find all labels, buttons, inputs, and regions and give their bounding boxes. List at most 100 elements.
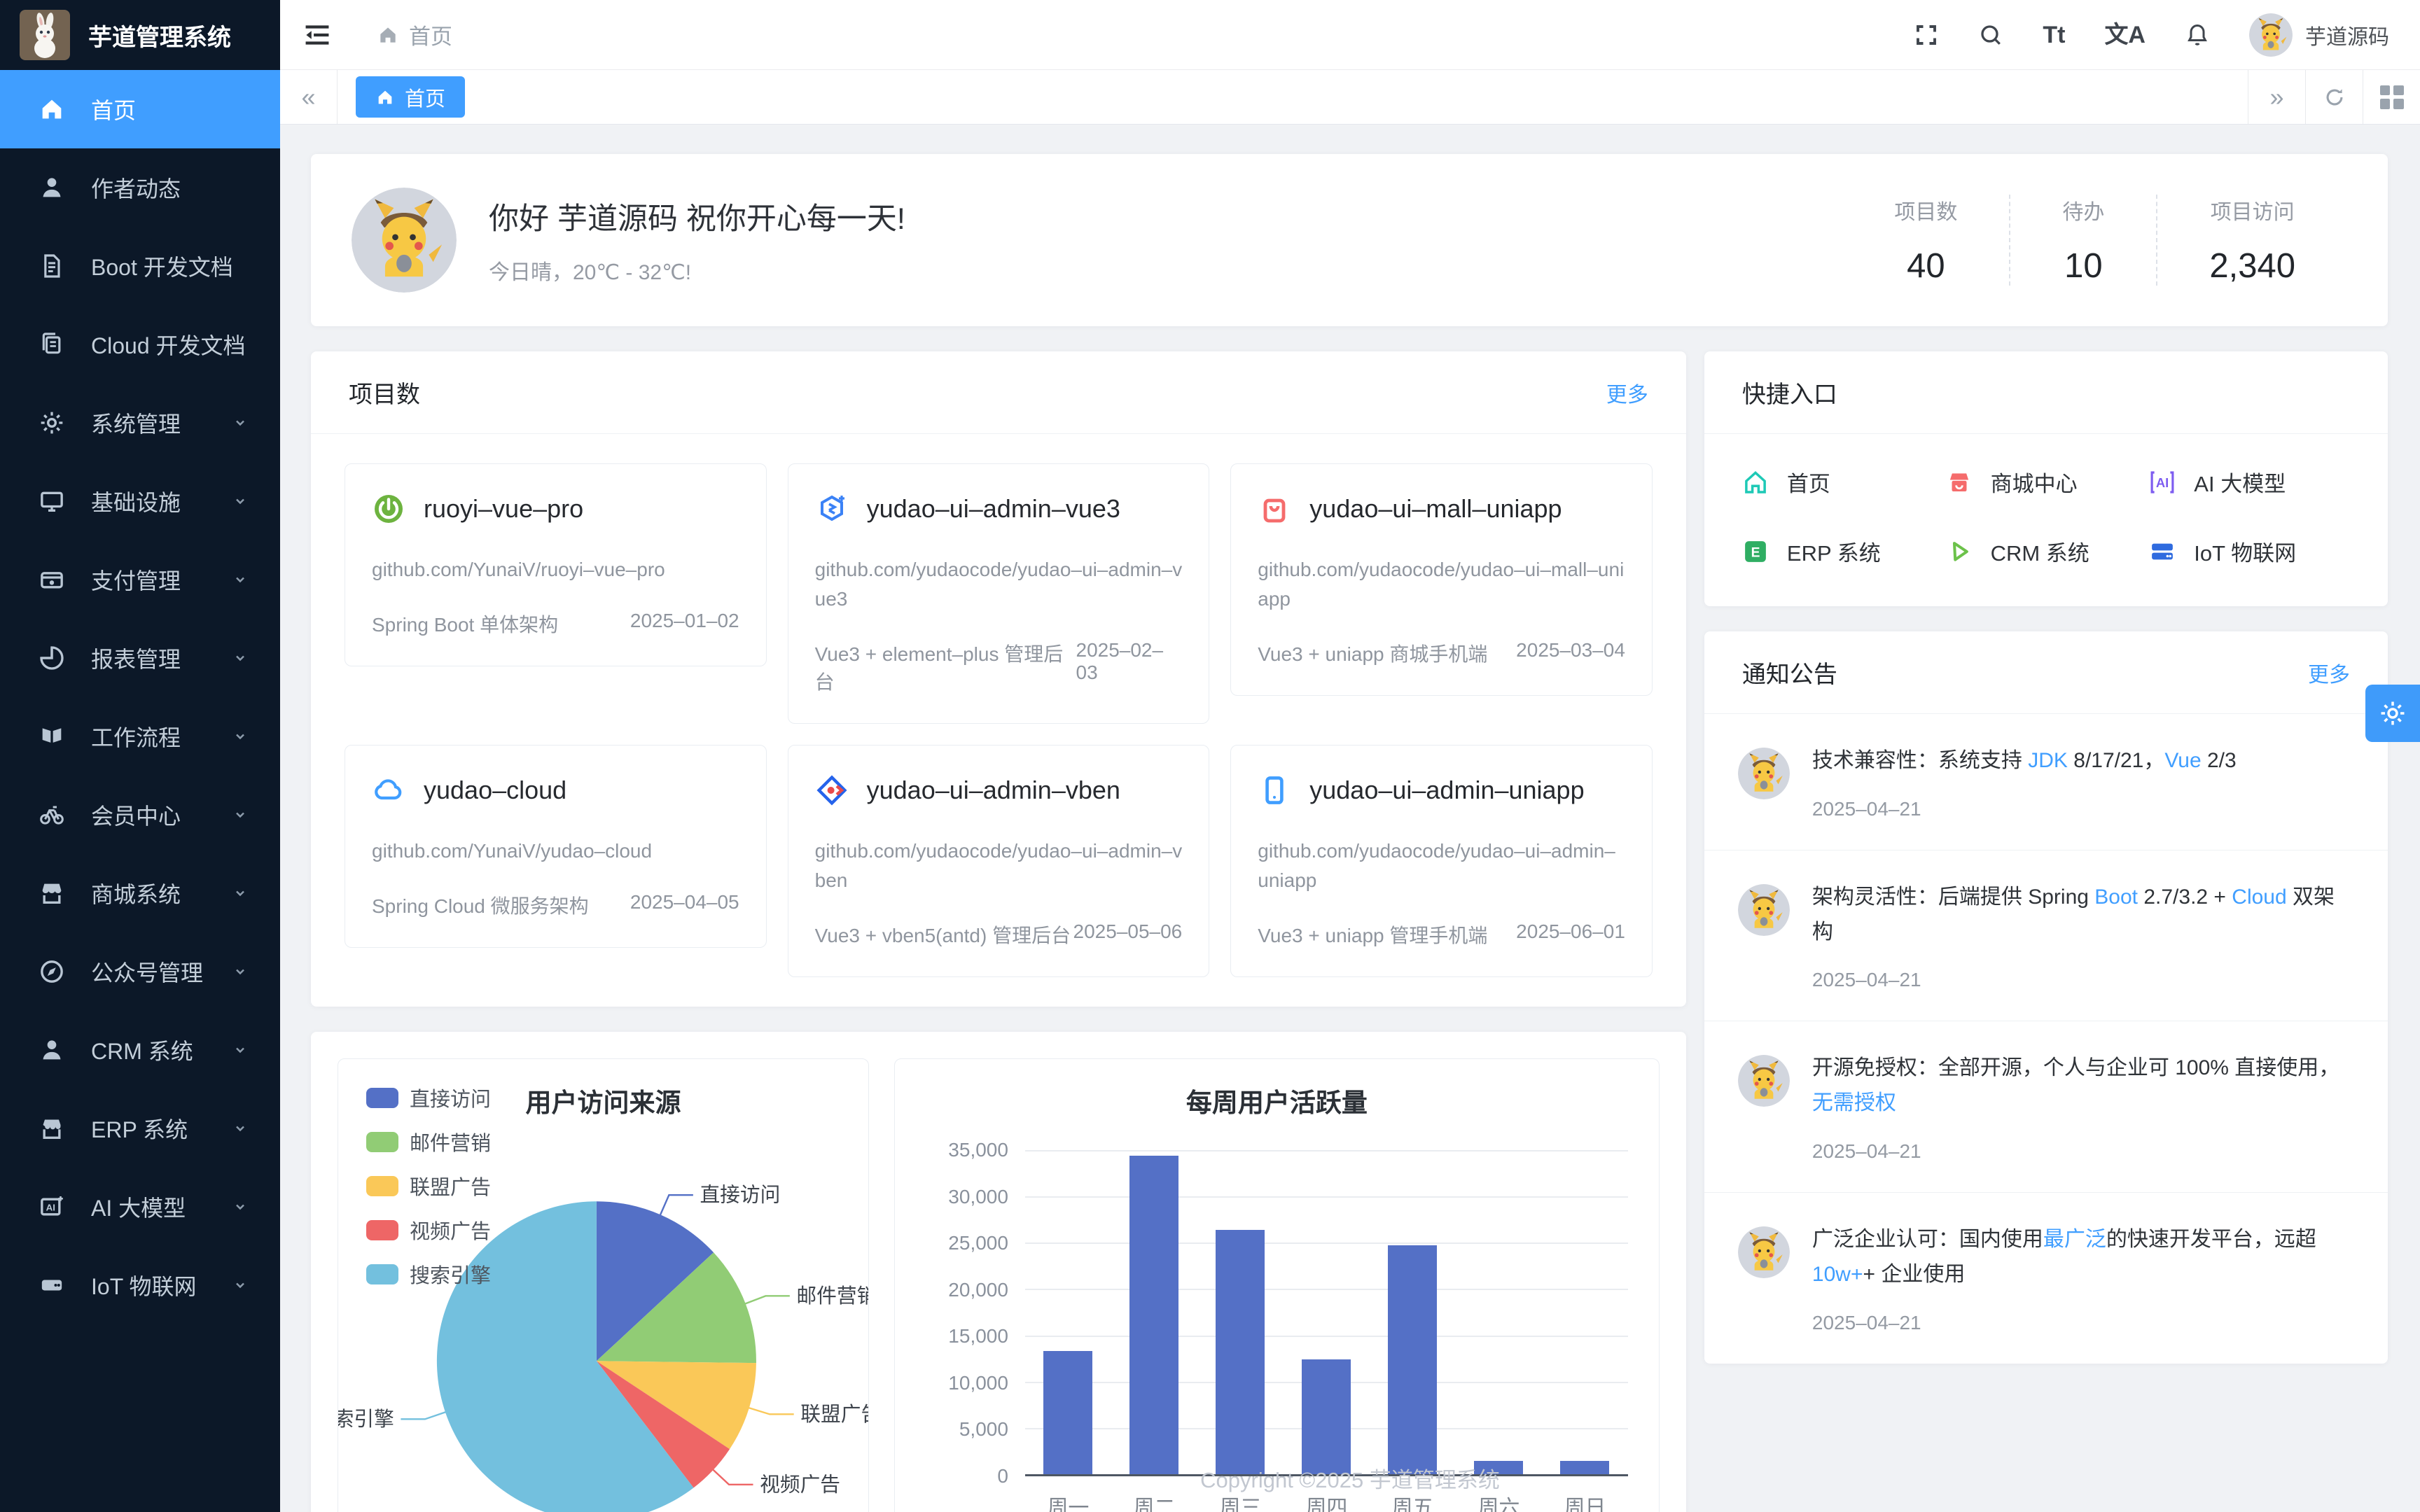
legend-item-3[interactable]: 视频广告	[366, 1215, 491, 1245]
collapse-menu-icon[interactable]	[301, 19, 333, 51]
shortcut-iot[interactable]: IoT 物联网	[2148, 536, 2351, 567]
user-icon	[38, 174, 66, 202]
project-url: github.com/YunaiV/yudao–cloud	[372, 836, 739, 866]
shortcut-mall[interactable]: 商城中心	[1945, 466, 2148, 498]
shortcuts-card: 快捷入口 首页商城中心AIAI 大模型EERP 系统CRM 系统IoT 物联网	[1704, 351, 2388, 606]
topbar: 首页 Tt 文A 芋道源码	[280, 0, 2420, 70]
legend-item-0[interactable]: 直接访问	[366, 1083, 491, 1112]
sidebar-item-label: 工作流程	[91, 720, 181, 752]
project-card-yudao-cloud[interactable]: yudao–cloud github.com/YunaiV/yudao–cloud…	[345, 745, 767, 948]
user-menu[interactable]: 芋道源码	[2249, 13, 2389, 57]
sidebar-item-mall[interactable]: 商城系统	[0, 854, 280, 932]
sidebar-item-label: IoT 物联网	[91, 1269, 197, 1301]
project-card-yudao-ui-admin-vben[interactable]: yudao–ui–admin–vbengithub.com/yudaocode/…	[788, 745, 1210, 977]
legend-item-1[interactable]: 邮件营销	[366, 1127, 491, 1156]
bar-周四[interactable]	[1302, 1359, 1351, 1474]
notice-item[interactable]: 开源免授权：全部开源，个人与企业可 100% 直接使用，无需授权2025–04–…	[1704, 1021, 2388, 1193]
legend-item-2[interactable]: 联盟广告	[366, 1171, 491, 1200]
qiot-icon	[2148, 537, 2177, 566]
layout-options-button[interactable]	[2363, 70, 2420, 124]
y-tick-label: 35,000	[948, 1139, 1008, 1161]
notice-title: 架构灵活性：后端提供 Spring Boot 2.7/3.2 + Cloud 双…	[1812, 880, 2354, 950]
legend-swatch	[366, 1220, 398, 1240]
sidebar-item-erp[interactable]: ERP 系统	[0, 1089, 280, 1168]
chevron-down-icon	[230, 961, 251, 982]
project-card-yudao-ui-admin-uniapp[interactable]: yudao–ui–admin–uniappgithub.com/yudaocod…	[1230, 745, 1653, 977]
language-icon[interactable]: 文A	[2104, 23, 2146, 47]
sidebar-item-iot[interactable]: IoT 物联网	[0, 1246, 280, 1324]
notice-item[interactable]: 技术兼容性：系统支持 JDK 8/17/21，Vue 2/32025–04–21	[1704, 714, 2388, 850]
shortcut-ai[interactable]: AIAI 大模型	[2148, 466, 2351, 498]
refresh-tab-button[interactable]	[2305, 70, 2363, 124]
project-card-yudao-ui-admin-vue3[interactable]: yudao–ui–admin–vue3github.com/yudaocode/…	[788, 463, 1210, 724]
bike-icon	[38, 801, 66, 829]
y-tick-label: 10,000	[948, 1372, 1008, 1394]
tabs-scroll-left-button[interactable]: «	[280, 70, 338, 124]
notice-link[interactable]: 最广泛	[2043, 1228, 2106, 1251]
notice-link[interactable]: JDK	[2028, 749, 2068, 772]
bar-周三[interactable]	[1216, 1230, 1265, 1474]
pie-slice-label: 邮件营销	[796, 1285, 868, 1308]
projects-more-link[interactable]: 更多	[1606, 377, 1648, 408]
notice-link[interactable]: Boot	[2094, 886, 2138, 909]
fullscreen-icon[interactable]	[1914, 22, 1939, 48]
bag-icon	[1258, 492, 1291, 526]
tab-home[interactable]: 首页	[356, 76, 465, 118]
project-name: yudao–cloud	[424, 776, 566, 805]
y-tick-label: 25,000	[948, 1232, 1008, 1254]
project-url: github.com/yudaocode/yudao–ui–admin–vue3	[815, 555, 1183, 614]
app-logo[interactable]: 芋道管理系统	[0, 0, 280, 70]
svg-text:AI: AI	[2156, 475, 2169, 490]
copyright-text: Copyright ©2025 芋道管理系统	[280, 1462, 2420, 1494]
sidebar-item-author[interactable]: 作者动态	[0, 148, 280, 227]
legend-swatch	[366, 1264, 398, 1284]
shortcut-home[interactable]: 首页	[1741, 466, 1945, 498]
sidebar-item-workflow[interactable]: 工作流程	[0, 697, 280, 776]
legend-swatch	[366, 1088, 398, 1108]
pie-chart-card: 用户访问来源 直接访问邮件营销联盟广告视频广告搜索引擎 直接访问邮件营销联盟广告…	[338, 1058, 869, 1512]
stat-label: 项目数	[1894, 195, 1957, 225]
notice-item[interactable]: 架构灵活性：后端提供 Spring Boot 2.7/3.2 + Cloud 双…	[1704, 850, 2388, 1022]
legend-label: 搜索引擎	[410, 1259, 491, 1289]
sidebar-item-infra[interactable]: 基础设施	[0, 462, 280, 540]
bell-icon[interactable]	[2185, 22, 2210, 48]
spring-icon	[372, 492, 405, 526]
tabs-scroll-right-button[interactable]: »	[2248, 70, 2305, 124]
bar-周二[interactable]	[1129, 1156, 1178, 1474]
notice-link[interactable]: Cloud	[2232, 886, 2286, 909]
theme-settings-button[interactable]	[2365, 685, 2420, 742]
notice-link[interactable]: Vue	[2164, 749, 2201, 772]
project-date: 2025–06–01	[1516, 920, 1625, 948]
sidebar: 芋道管理系统 首页作者动态Boot 开发文档Cloud 开发文档系统管理基础设施…	[0, 0, 280, 1512]
shortcut-crm[interactable]: CRM 系统	[1945, 536, 2148, 567]
sidebar-item-crm[interactable]: CRM 系统	[0, 1011, 280, 1089]
project-card-ruoyi-vue-pro[interactable]: ruoyi–vue–progithub.com/YunaiV/ruoyi–vue…	[345, 463, 767, 666]
bar-chart[interactable]	[1025, 1150, 1628, 1476]
notice-text: 2.7/3.2 +	[2138, 886, 2232, 909]
notice-link[interactable]: 10w+	[1812, 1263, 1863, 1286]
tab-label: 首页	[405, 83, 445, 112]
notice-text: 开源免授权：全部开源，个人与企业可 100% 直接使用，	[1812, 1056, 2339, 1079]
sidebar-item-system[interactable]: 系统管理	[0, 384, 280, 462]
search-icon[interactable]	[1978, 22, 2003, 48]
notice-link[interactable]: 无需授权	[1812, 1091, 1896, 1114]
sidebar-item-boot-doc[interactable]: Boot 开发文档	[0, 227, 280, 305]
bar-周五[interactable]	[1388, 1245, 1437, 1474]
project-card-yudao-ui-mall-uniapp[interactable]: yudao–ui–mall–uniappgithub.com/yudaocode…	[1230, 463, 1653, 696]
sidebar-item-ai[interactable]: AIAI 大模型	[0, 1168, 280, 1246]
store-icon	[38, 1114, 66, 1142]
font-size-icon[interactable]: Tt	[2043, 23, 2065, 47]
legend-item-4[interactable]: 搜索引擎	[366, 1259, 491, 1289]
shortcut-erp[interactable]: EERP 系统	[1741, 536, 1945, 567]
sidebar-item-pay[interactable]: 支付管理	[0, 540, 280, 619]
logo-image	[20, 10, 70, 60]
sidebar-item-member[interactable]: 会员中心	[0, 776, 280, 854]
notice-item[interactable]: 广泛企业认可：国内使用最广泛的快速开发平台，远超 10w++ 企业使用2025–…	[1704, 1193, 2388, 1364]
chevron-down-icon	[230, 569, 251, 590]
sidebar-item-mp[interactable]: 公众号管理	[0, 932, 280, 1011]
bar-周一[interactable]	[1043, 1351, 1092, 1474]
sidebar-item-cloud-doc[interactable]: Cloud 开发文档	[0, 305, 280, 384]
sidebar-item-home[interactable]: 首页	[0, 70, 280, 148]
sidebar-item-report[interactable]: 报表管理	[0, 619, 280, 697]
notices-more-link[interactable]: 更多	[2308, 657, 2350, 688]
